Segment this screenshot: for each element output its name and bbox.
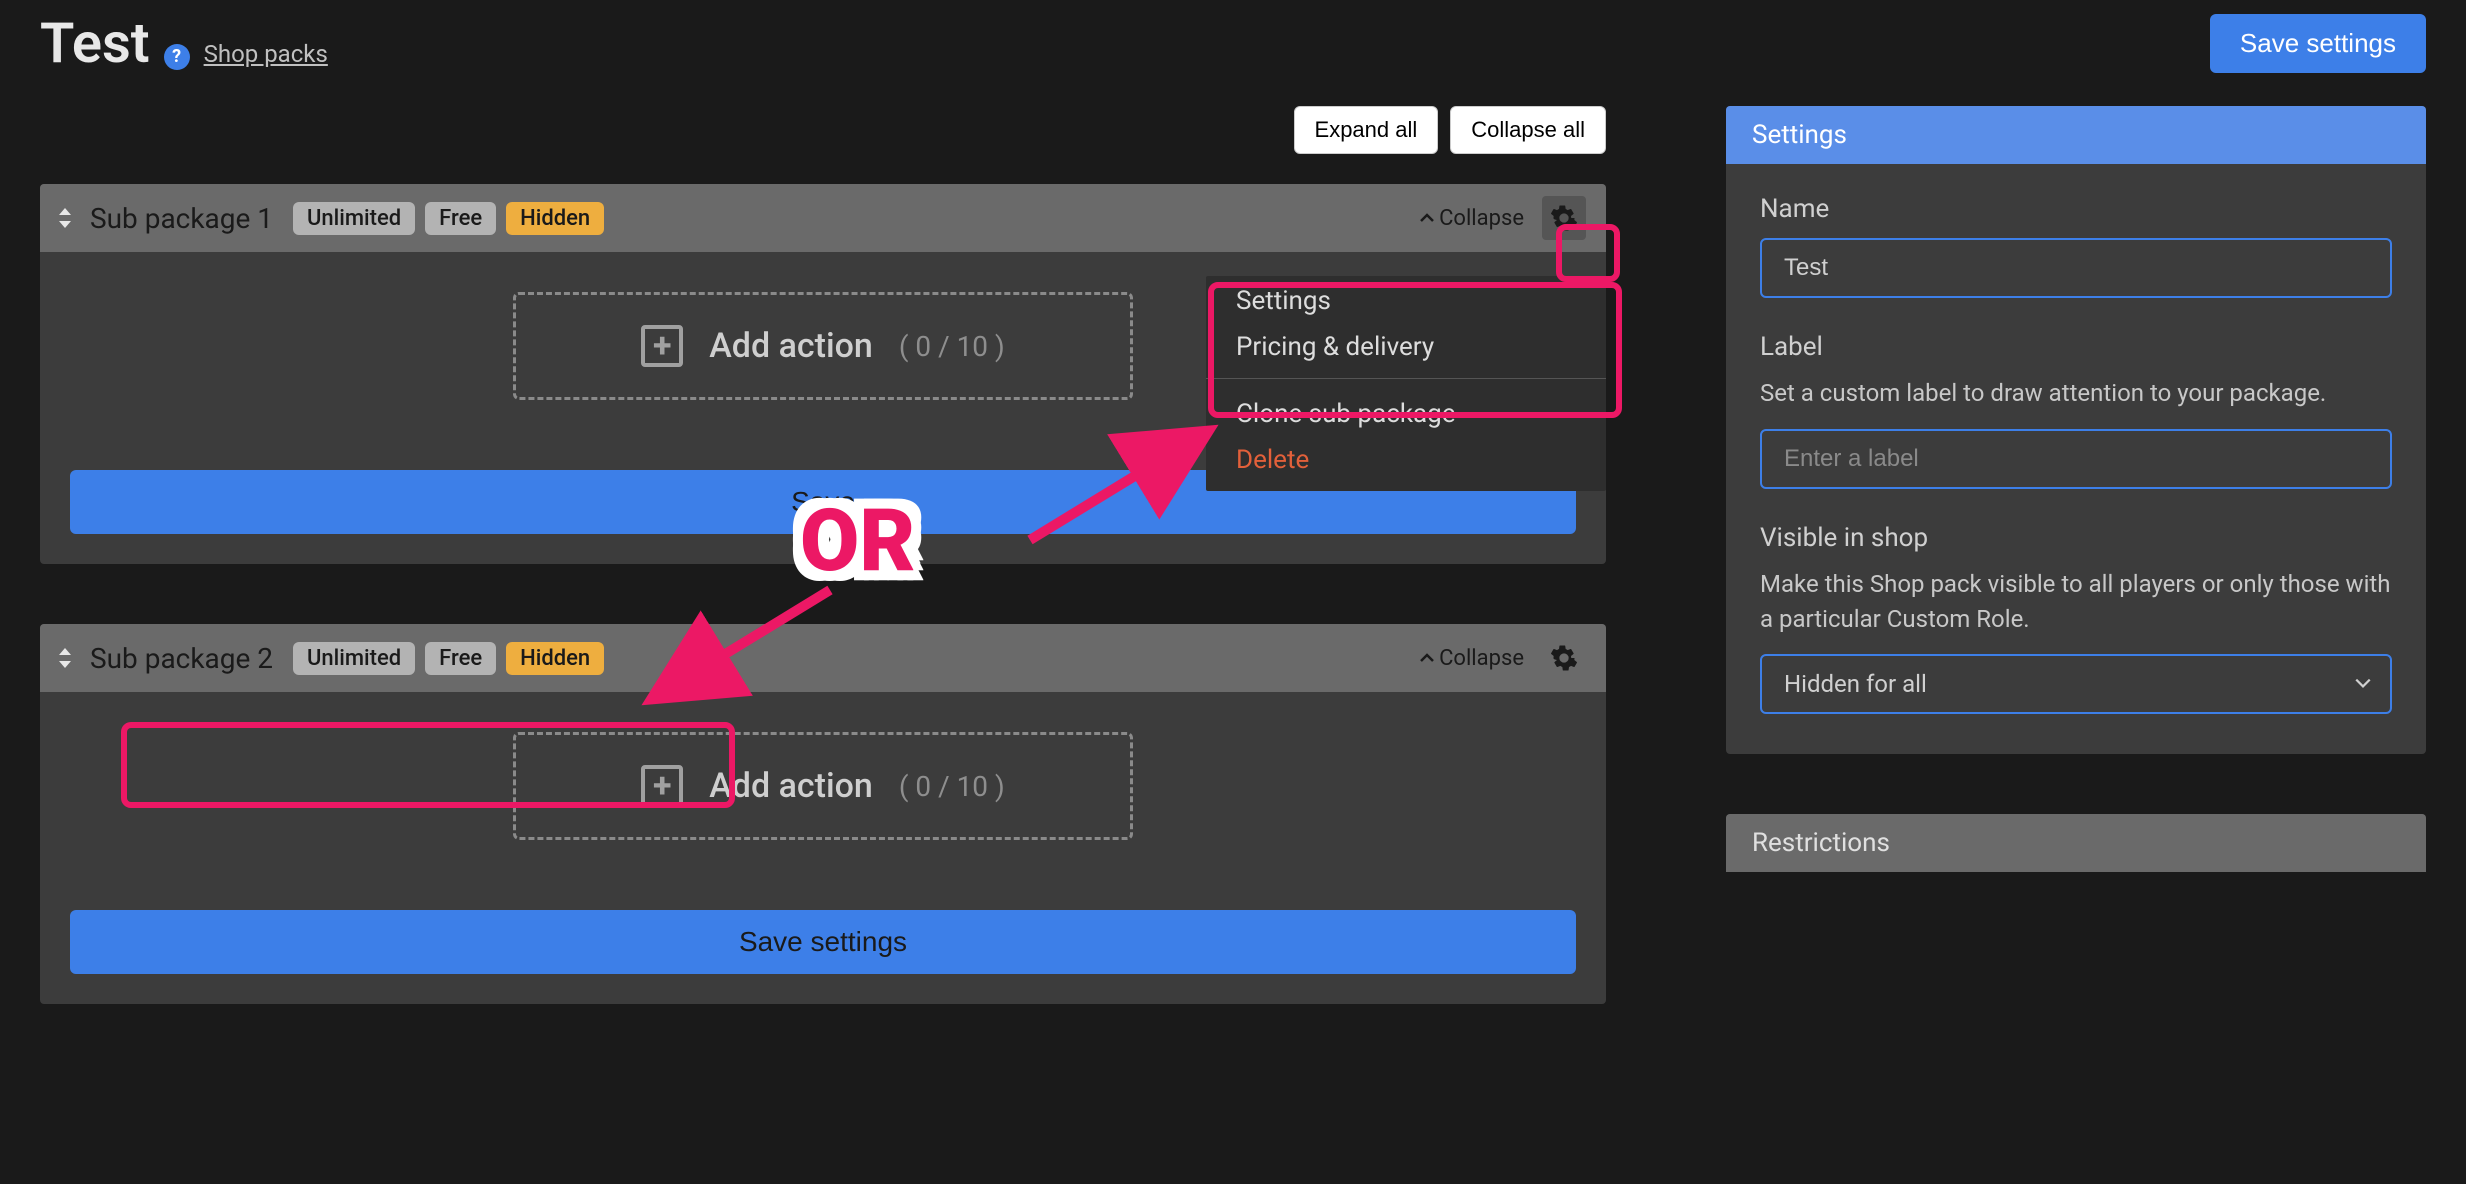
gear-dropdown: Settings Pricing & delivery Clone sub pa… — [1206, 276, 1606, 491]
package-name: Sub package 2 — [90, 642, 273, 675]
gear-icon — [1550, 204, 1578, 232]
help-icon[interactable]: ? — [164, 44, 190, 70]
settings-panel: Settings Name Label Set a custom label t… — [1726, 106, 2426, 754]
gear-icon — [1550, 644, 1578, 672]
visible-description: Make this Shop pack visible to all playe… — [1760, 567, 2392, 637]
dropdown-delete[interactable]: Delete — [1206, 435, 1606, 491]
drag-handle-icon[interactable] — [40, 646, 90, 670]
collapse-label: Collapse — [1439, 646, 1524, 671]
add-action-label: Add action — [709, 326, 873, 366]
collapse-toggle[interactable]: Collapse — [1419, 646, 1524, 671]
badge-free: Free — [425, 642, 496, 675]
collapse-toggle[interactable]: Collapse — [1419, 206, 1524, 231]
plus-icon: + — [641, 325, 683, 367]
dropdown-clone[interactable]: Clone sub package — [1206, 389, 1606, 435]
add-action-button[interactable]: + Add action ( 0 / 10 ) — [513, 732, 1133, 840]
chevron-up-icon — [1419, 210, 1435, 226]
add-action-count: ( 0 / 10 ) — [899, 770, 1005, 803]
visible-select[interactable]: Hidden for all — [1760, 654, 2392, 714]
page-title: Test — [40, 10, 150, 76]
dropdown-settings[interactable]: Settings — [1206, 276, 1606, 322]
name-input[interactable] — [1760, 238, 2392, 298]
save-settings-button[interactable]: Save settings — [2210, 14, 2426, 73]
label-input[interactable] — [1760, 429, 2392, 489]
dropdown-pricing[interactable]: Pricing & delivery — [1206, 322, 1606, 368]
package-card: Sub package 2 Unlimited Free Hidden Coll… — [40, 624, 1606, 1004]
package-name: Sub package 1 — [90, 202, 273, 235]
label-description: Set a custom label to draw attention to … — [1760, 376, 2392, 411]
badge-unlimited: Unlimited — [293, 202, 415, 235]
save-package-button[interactable]: Save settings — [70, 910, 1576, 974]
label-label: Label — [1760, 332, 2392, 362]
package-header: Sub package 1 Unlimited Free Hidden Coll… — [40, 184, 1606, 252]
gear-button[interactable] — [1542, 196, 1586, 240]
gear-button[interactable] — [1542, 636, 1586, 680]
drag-handle-icon[interactable] — [40, 206, 90, 230]
badge-hidden: Hidden — [506, 642, 604, 675]
restrictions-panel-title: Restrictions — [1726, 814, 2426, 872]
badge-hidden: Hidden — [506, 202, 604, 235]
add-action-count: ( 0 / 10 ) — [899, 330, 1005, 363]
breadcrumb-shop-packs[interactable]: Shop packs — [204, 40, 328, 68]
dropdown-divider — [1206, 378, 1606, 379]
badge-unlimited: Unlimited — [293, 642, 415, 675]
settings-panel-title: Settings — [1726, 106, 2426, 164]
plus-icon: + — [641, 765, 683, 807]
annotation-or-label: OR — [800, 490, 915, 591]
visible-label: Visible in shop — [1760, 523, 2392, 553]
badge-free: Free — [425, 202, 496, 235]
restrictions-panel: Restrictions — [1726, 814, 2426, 872]
add-action-button[interactable]: + Add action ( 0 / 10 ) — [513, 292, 1133, 400]
add-action-label: Add action — [709, 766, 873, 806]
collapse-all-button[interactable]: Collapse all — [1450, 106, 1606, 154]
package-header: Sub package 2 Unlimited Free Hidden Coll… — [40, 624, 1606, 692]
name-label: Name — [1760, 194, 2392, 224]
expand-all-button[interactable]: Expand all — [1294, 106, 1439, 154]
collapse-label: Collapse — [1439, 206, 1524, 231]
chevron-up-icon — [1419, 650, 1435, 666]
